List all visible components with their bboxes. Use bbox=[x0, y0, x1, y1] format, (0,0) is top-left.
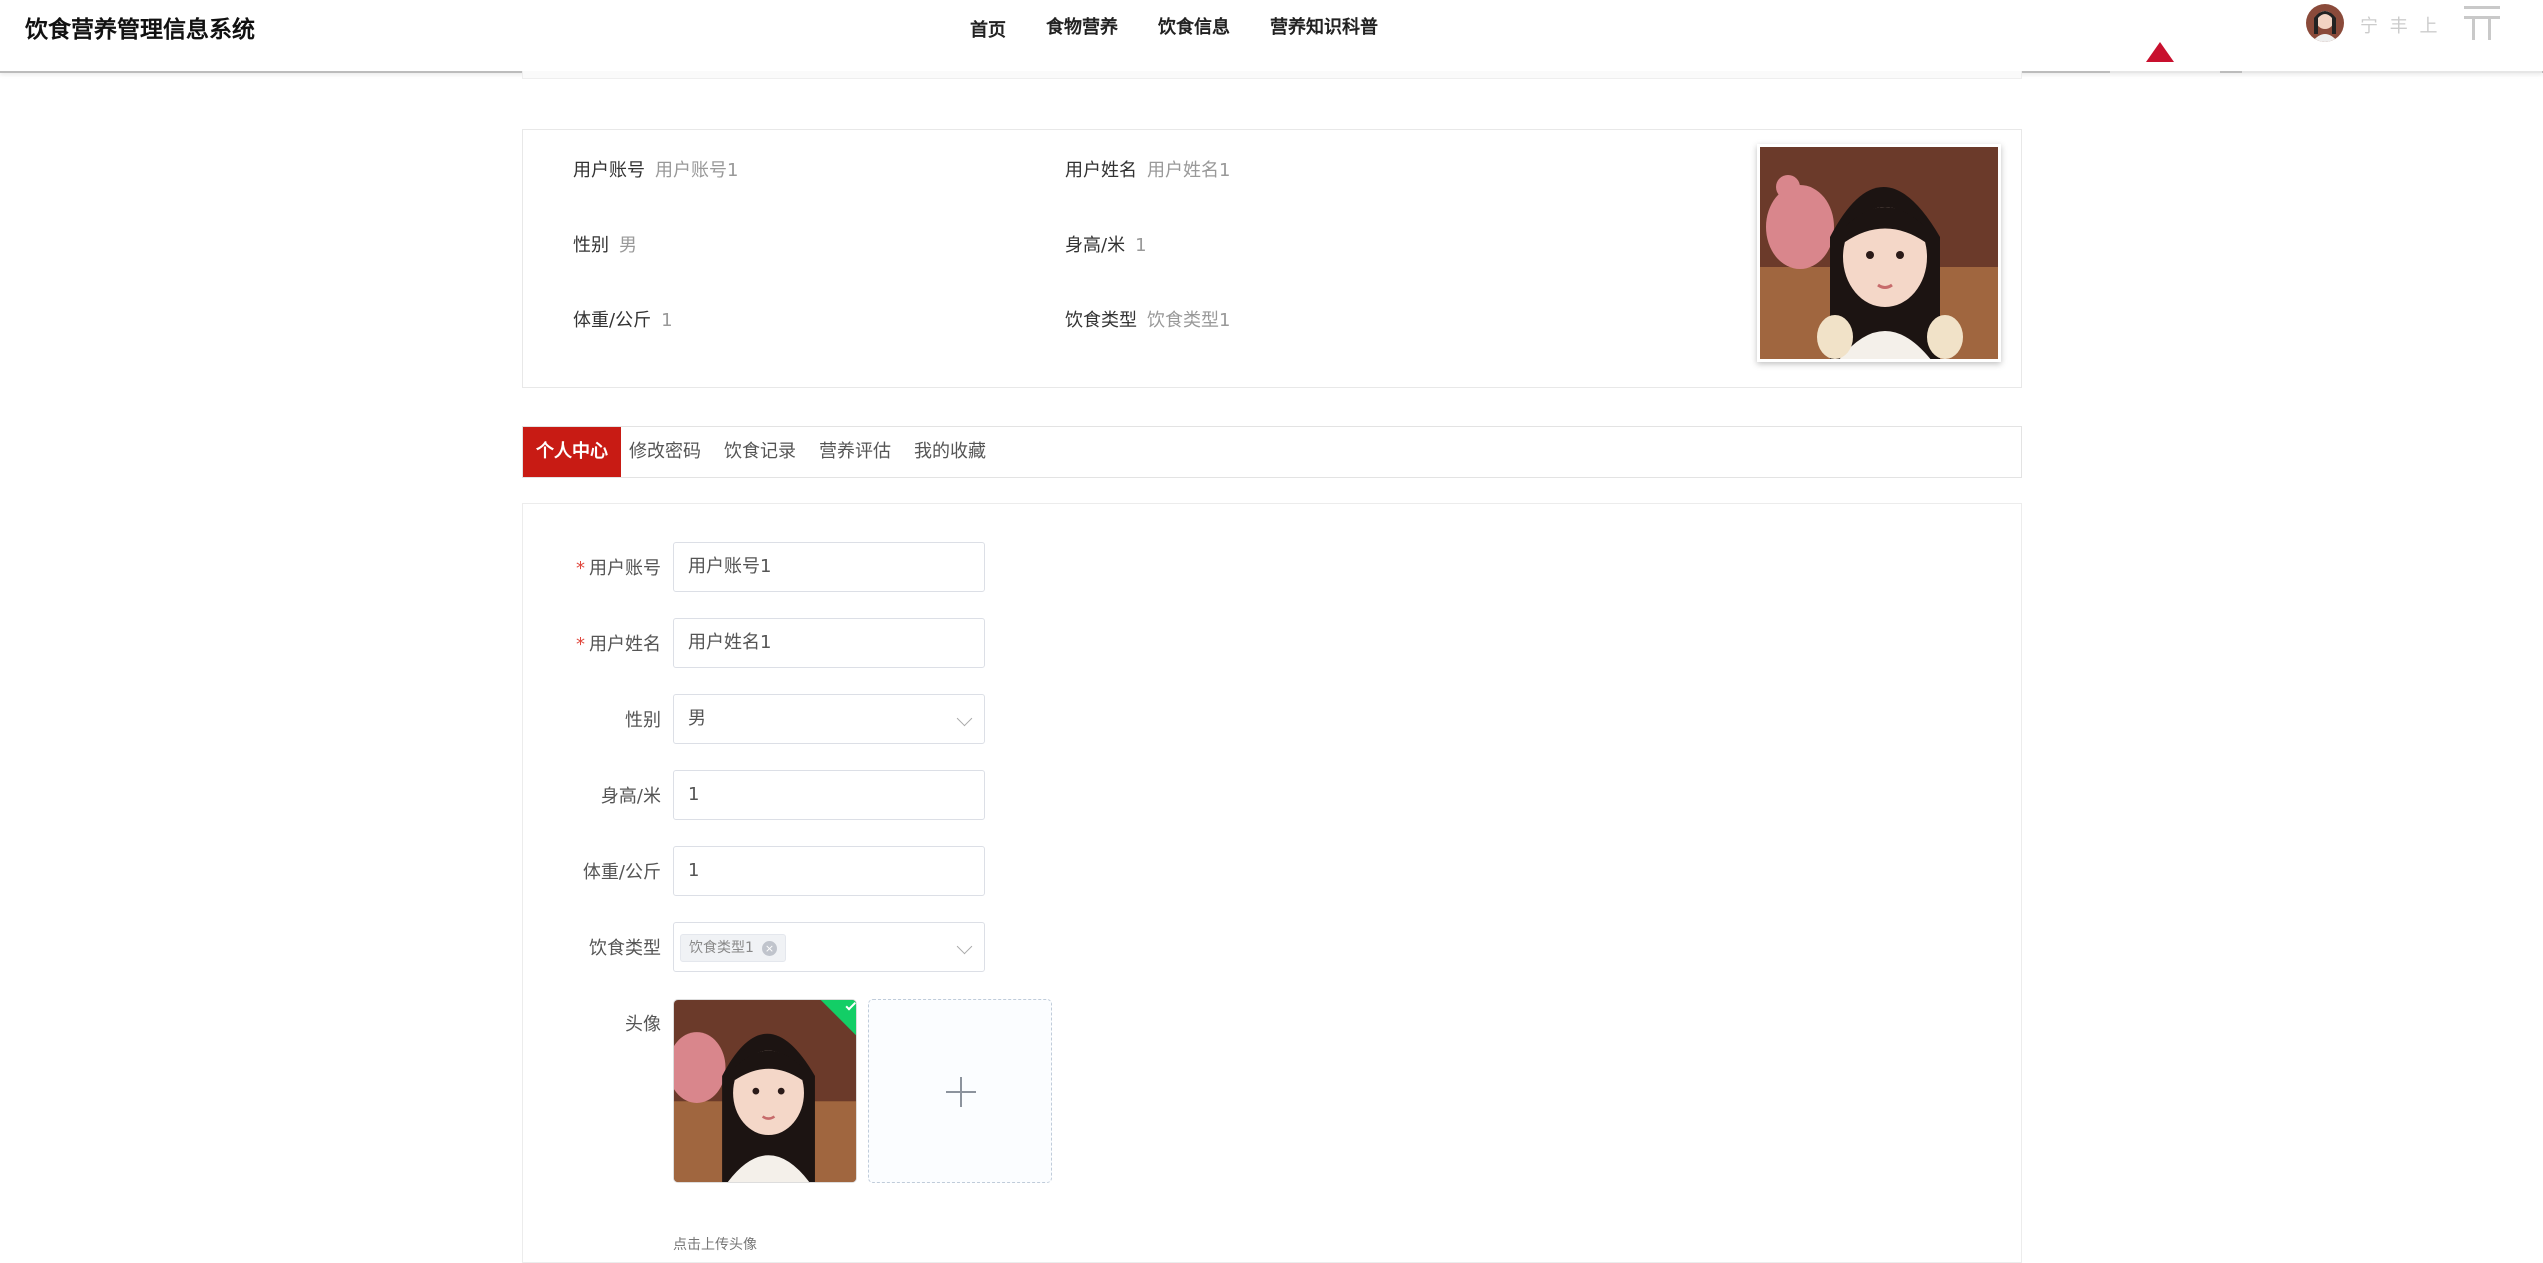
height-label: 身高/米 bbox=[600, 786, 661, 807]
divider bbox=[2110, 71, 2220, 73]
name-label: * 用户姓名 bbox=[576, 634, 661, 655]
avatar-label: 头像 bbox=[625, 1014, 661, 1035]
menu-icon[interactable] bbox=[2460, 2, 2504, 42]
summary-diet-type: 饮食类型 饮食类型1 bbox=[1065, 310, 1231, 331]
divider bbox=[2242, 71, 2542, 73]
nav-food-nutrition[interactable]: 食物营养 bbox=[1046, 13, 1118, 42]
upload-button[interactable] bbox=[868, 999, 1052, 1183]
summary-weight: 体重/公斤 1 bbox=[573, 310, 673, 331]
panel-header-strip bbox=[522, 71, 2022, 79]
user-name[interactable]: 宁 丰 上 bbox=[2360, 12, 2440, 38]
summary-account: 用户账号 用户账号1 bbox=[573, 160, 739, 181]
summary-gender: 性别男 bbox=[573, 235, 637, 256]
account-label: * 用户账号 bbox=[576, 558, 661, 579]
diet-type-select[interactable]: 饮食类型1 × bbox=[673, 922, 985, 972]
summary-height: 身高/米 1 bbox=[1065, 235, 1147, 256]
account-input[interactable]: 用户账号1 bbox=[673, 542, 985, 592]
uploaded-avatar[interactable] bbox=[673, 999, 857, 1183]
weight-input[interactable]: 1 bbox=[673, 846, 985, 896]
gender-label: 性别 bbox=[625, 710, 661, 731]
gender-select[interactable]: 男 bbox=[673, 694, 985, 744]
user-avatar[interactable] bbox=[2306, 4, 2344, 42]
tab-nutrition-assessment[interactable]: 营养评估 bbox=[819, 427, 891, 477]
nav-nutrition-knowledge[interactable]: 营养知识科普 bbox=[1270, 13, 1378, 42]
tab-personal-center[interactable]: 个人中心 bbox=[523, 427, 621, 477]
summary-name: 用户姓名 用户姓名1 bbox=[1065, 160, 1231, 181]
top-navbar: 饮食营养管理信息系统 首页 食物营养 饮食信息 营养知识科普 宁 丰 上 bbox=[0, 0, 2543, 73]
profile-summary-card: 用户账号 用户账号1 用户姓名 用户姓名1 性别男 身高/米 1 体重/公斤 1 饮食类… bbox=[522, 129, 2022, 388]
diet-type-tag: 饮食类型1 × bbox=[680, 934, 786, 962]
active-indicator-icon bbox=[2146, 42, 2174, 62]
profile-photo bbox=[1757, 144, 2001, 362]
height-input[interactable]: 1 bbox=[673, 770, 985, 820]
chevron-down-icon bbox=[956, 710, 973, 727]
profile-tabs: 个人中心 修改密码 饮食记录 营养评估 我的收藏 bbox=[522, 426, 2022, 478]
weight-label: 体重/公斤 bbox=[582, 862, 661, 883]
gender-value: 男 bbox=[688, 708, 706, 729]
chevron-down-icon bbox=[956, 938, 973, 955]
site-title: 饮食营养管理信息系统 bbox=[25, 17, 255, 43]
nav-diet-info[interactable]: 饮食信息 bbox=[1158, 13, 1230, 42]
tab-change-password[interactable]: 修改密码 bbox=[629, 427, 701, 477]
name-input[interactable]: 用户姓名1 bbox=[673, 618, 985, 668]
tab-diet-records[interactable]: 饮食记录 bbox=[724, 427, 796, 477]
close-icon[interactable]: × bbox=[761, 940, 777, 956]
upload-hint: 点击上传头像 bbox=[673, 1237, 757, 1253]
main-nav: 首页 食物营养 饮食信息 营养知识科普 bbox=[970, 13, 1378, 42]
profile-form: * 用户账号 用户账号1 * 用户姓名 用户姓名1 性别 男 身高/米 1 体重/公… bbox=[522, 503, 2022, 1263]
diet-type-label: 饮食类型 bbox=[589, 938, 661, 959]
tab-my-favorites[interactable]: 我的收藏 bbox=[914, 427, 986, 477]
nav-home[interactable]: 首页 bbox=[970, 16, 1006, 42]
